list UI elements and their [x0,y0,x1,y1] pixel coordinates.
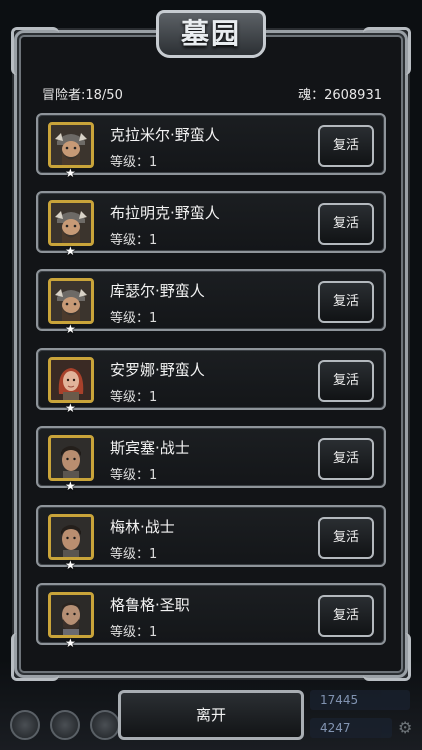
hero-card: ★ 库瑟尔·野蛮人 等级：1 复活 [36,269,386,335]
leave-button[interactable]: 离开 [118,690,304,740]
hero-portrait [48,592,94,638]
hero-card: ★ 格鲁格·圣职 等级：1 复活 [36,583,386,649]
revive-button[interactable]: 复活 [318,438,374,480]
revive-button[interactable]: 复活 [318,517,374,559]
star-icon: ★ [65,558,76,572]
soul-count: 魂：2608931 [298,88,382,103]
revive-button[interactable]: 复活 [318,125,374,167]
gear-icon: ⚙ [398,718,413,737]
hero-level: 等级：1 [110,625,158,640]
star-icon: ★ [65,401,76,415]
hero-name: 梅林·战士 [110,518,175,536]
panel-title: 墓园 [156,10,266,58]
star-icon: ★ [65,166,76,180]
star-icon: ★ [65,244,76,258]
hero-name: 格鲁格·圣职 [110,596,190,614]
hero-name: 安罗娜·野蛮人 [110,361,205,379]
revive-button[interactable]: 复活 [318,281,374,323]
hero-name: 克拉米尔·野蛮人 [110,126,220,144]
hero-level: 等级：1 [110,390,158,405]
hero-portrait [48,200,94,246]
hero-portrait [48,435,94,481]
hero-portrait [48,514,94,560]
hero-portrait [48,278,94,324]
background-resource-1: 17445 [310,690,410,710]
hero-name: 斯宾塞·战士 [110,439,190,457]
revive-button[interactable]: 复活 [318,203,374,245]
hero-name: 库瑟尔·野蛮人 [110,282,205,300]
hero-level: 等级：1 [110,547,158,562]
hero-name: 布拉明克·野蛮人 [110,204,220,222]
hero-portrait [48,122,94,168]
star-icon: ★ [65,479,76,493]
hero-level: 等级：1 [110,233,158,248]
revive-button[interactable]: 复活 [318,595,374,637]
background-round-button [10,710,40,740]
hero-level: 等级：1 [110,155,158,170]
header-row: 冒险者:18/50 魂：2608931 [42,84,382,103]
background-resource-2: 4247 [310,718,392,738]
hero-level: 等级：1 [110,468,158,483]
adventurer-count: 冒险者:18/50 [42,88,123,103]
star-icon: ★ [65,322,76,336]
revive-button[interactable]: 复活 [318,360,374,402]
hero-card: ★ 斯宾塞·战士 等级：1 复活 [36,426,386,492]
hero-portrait [48,357,94,403]
background-round-button [90,710,120,740]
ornament-corner [363,27,411,75]
hero-card: ★ 克拉米尔·野蛮人 等级：1 复活 [36,113,386,179]
hero-card: ★ 安罗娜·野蛮人 等级：1 复活 [36,348,386,414]
hero-level: 等级：1 [110,311,158,326]
hero-card: ★ 布拉明克·野蛮人 等级：1 复活 [36,191,386,257]
ornament-corner [11,27,59,75]
star-icon: ★ [65,636,76,650]
background-round-button [50,710,80,740]
hero-card: ★ 梅林·战士 等级：1 复活 [36,505,386,571]
